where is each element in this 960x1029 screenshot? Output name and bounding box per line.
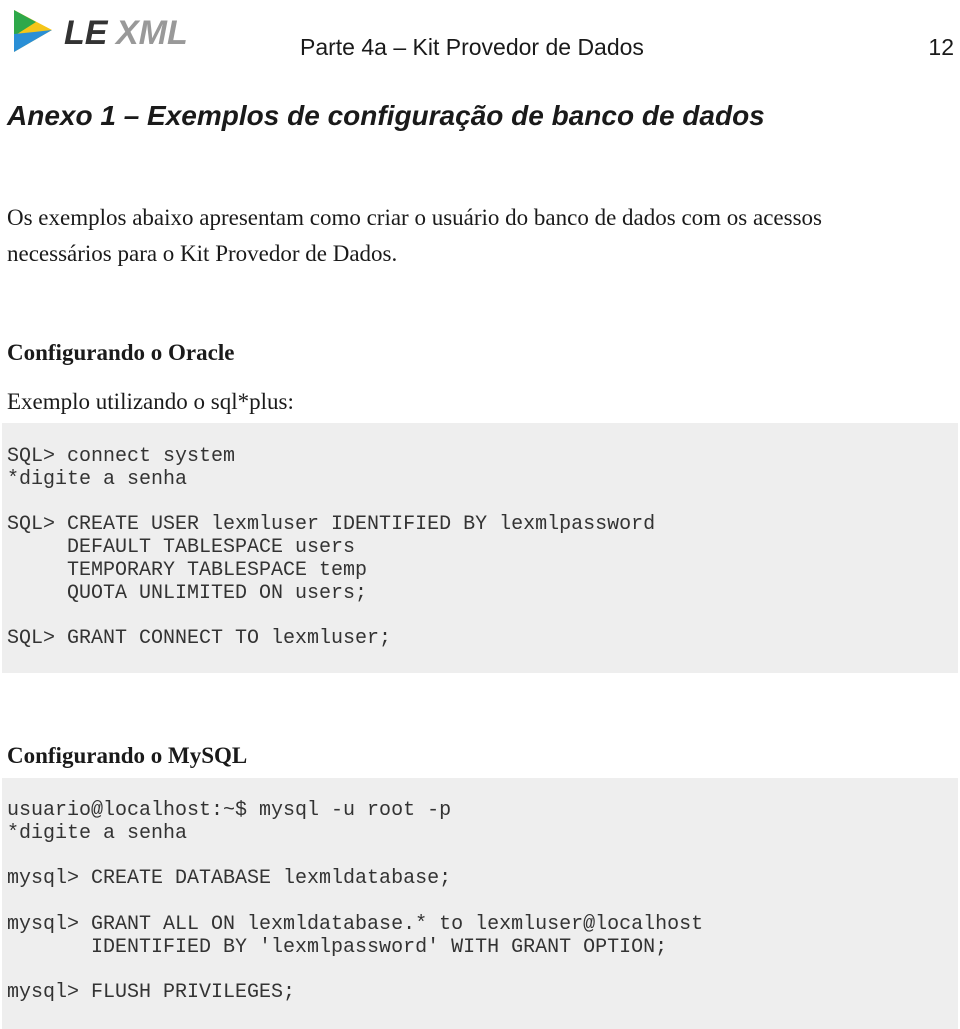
svg-text:LE: LE: [64, 14, 109, 52]
mysql-code-block: usuario@localhost:~$ mysql -u root -p *d…: [2, 778, 958, 1029]
page-number: 12: [928, 34, 954, 60]
mysql-heading: Configurando o MySQL: [7, 743, 248, 768]
oracle-code-block: SQL> connect system *digite a senha SQL>…: [2, 423, 958, 673]
intro-line-1: Os exemplos abaixo apresentam como criar…: [7, 205, 822, 230]
section-title: Anexo 1 – Exemplos de configuração de ba…: [7, 100, 765, 131]
oracle-heading: Configurando o Oracle: [7, 340, 235, 365]
header-title: Parte 4a – Kit Provedor de Dados: [300, 34, 644, 60]
svg-text:XML: XML: [114, 14, 188, 52]
lexml-logo: LE XML: [14, 10, 188, 52]
intro-line-2: necessários para o Kit Provedor de Dados…: [7, 241, 398, 266]
oracle-subheading: Exemplo utilizando o sql*plus:: [7, 389, 294, 414]
